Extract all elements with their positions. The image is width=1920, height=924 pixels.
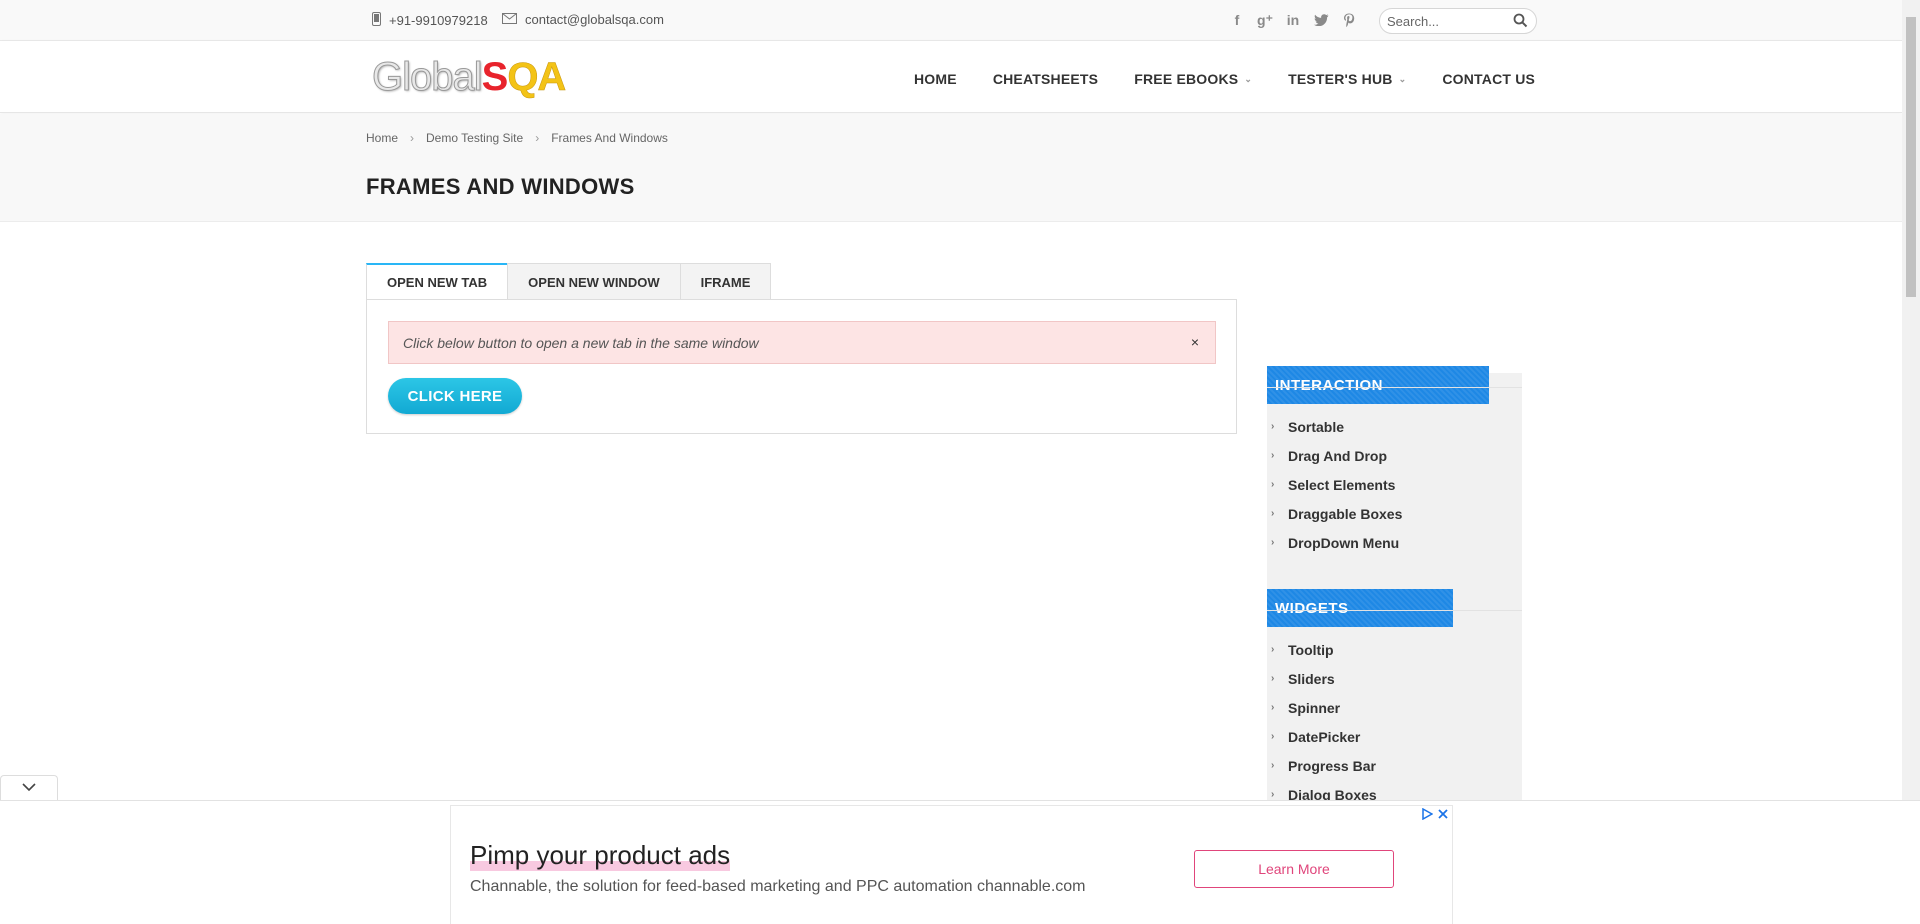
chevron-down-icon: ⌄ bbox=[1398, 73, 1407, 84]
twitter-icon[interactable] bbox=[1312, 11, 1330, 29]
ad-content[interactable]: Pimp your product ads Channable, the sol… bbox=[450, 805, 1453, 924]
sidebar-item-spinner[interactable]: › Spinner bbox=[1267, 693, 1377, 722]
tab-open-new-tab[interactable]: OPEN NEW TAB bbox=[366, 263, 509, 300]
pinterest-icon[interactable] bbox=[1340, 11, 1358, 29]
info-alert: Click below button to open a new tab in … bbox=[388, 321, 1216, 364]
sidebar-item-draggable-boxes[interactable]: › Draggable Boxes bbox=[1267, 499, 1402, 528]
social-links: f g⁺ in bbox=[1228, 11, 1358, 29]
sidebar-item-progress-bar[interactable]: › Progress Bar bbox=[1267, 751, 1377, 780]
scrollbar-thumb[interactable] bbox=[1906, 17, 1916, 297]
nav-free-ebooks[interactable]: FREE EBOOKS ⌄ bbox=[1134, 71, 1252, 87]
close-icon[interactable] bbox=[1437, 807, 1449, 825]
chevron-right-icon: › bbox=[1271, 450, 1275, 461]
linkedin-icon[interactable]: in bbox=[1284, 11, 1302, 29]
chevron-right-icon: › bbox=[1271, 479, 1275, 490]
google-plus-icon[interactable]: g⁺ bbox=[1256, 11, 1274, 29]
breadcrumb-current: Frames And Windows bbox=[551, 131, 668, 145]
adchoices-icon[interactable] bbox=[1421, 807, 1434, 825]
ad-collapse-toggle[interactable] bbox=[0, 775, 58, 800]
chevron-right-icon: › bbox=[1271, 731, 1275, 742]
sidebar-divider bbox=[1267, 610, 1522, 611]
sidebar-item-sortable[interactable]: › Sortable bbox=[1267, 412, 1402, 441]
sidebar-item-drag-and-drop[interactable]: › Drag And Drop bbox=[1267, 441, 1402, 470]
mail-icon bbox=[502, 12, 517, 27]
sidebar-item-select-elements[interactable]: › Select Elements bbox=[1267, 470, 1402, 499]
tab-panel: Click below button to open a new tab in … bbox=[366, 299, 1237, 434]
tab-bar: OPEN NEW TAB OPEN NEW WINDOW IFRAME bbox=[366, 263, 772, 300]
chevron-down-icon bbox=[22, 779, 36, 797]
chevron-right-icon: › bbox=[1271, 644, 1275, 655]
top-bar: +91-9910979218 contact@globalsqa.com f g… bbox=[0, 0, 1902, 41]
chevron-down-icon: ⌄ bbox=[1244, 73, 1253, 84]
sidebar-item-sliders[interactable]: › Sliders bbox=[1267, 664, 1377, 693]
chevron-right-icon: › bbox=[1271, 508, 1275, 519]
search-icon[interactable] bbox=[1513, 13, 1528, 33]
alert-text: Click below button to open a new tab in … bbox=[403, 334, 759, 351]
sidebar: INTERACTION › Sortable › Drag And Drop › Se… bbox=[1267, 366, 1522, 803]
breadcrumb-home[interactable]: Home bbox=[366, 131, 398, 145]
phone-contact: +91-9910979218 bbox=[372, 12, 488, 29]
ad-controls bbox=[1421, 807, 1449, 825]
tab-iframe[interactable]: IFRAME bbox=[679, 263, 772, 300]
breadcrumb-separator: › bbox=[410, 131, 415, 145]
email-contact: contact@globalsqa.com bbox=[502, 12, 664, 27]
email-link[interactable]: contact@globalsqa.com bbox=[525, 12, 664, 27]
site-logo[interactable]: GlobalSQA bbox=[372, 55, 567, 100]
facebook-icon[interactable]: f bbox=[1228, 11, 1246, 29]
sidebar-item-datepicker[interactable]: › DatePicker bbox=[1267, 722, 1377, 751]
nav-testers-hub[interactable]: TESTER'S HUB ⌄ bbox=[1288, 71, 1406, 87]
sidebar-heading-widgets: WIDGETS bbox=[1267, 589, 1453, 627]
chevron-right-icon: › bbox=[1271, 760, 1275, 771]
chevron-right-icon: › bbox=[1271, 421, 1275, 432]
search-input[interactable] bbox=[1380, 9, 1500, 33]
page-title: FRAMES AND WINDOWS bbox=[366, 174, 635, 199]
chevron-right-icon: › bbox=[1271, 702, 1275, 713]
breadcrumb: Home › Demo Testing Site › Frames And Wi… bbox=[366, 131, 668, 145]
ad-description: Channable, the solution for feed-based m… bbox=[470, 878, 1086, 895]
close-icon[interactable]: × bbox=[1191, 334, 1199, 350]
breadcrumb-separator: › bbox=[535, 131, 540, 145]
breadcrumb-demo-testing-site[interactable]: Demo Testing Site bbox=[426, 131, 523, 145]
nav-contact-us[interactable]: CONTACT US bbox=[1442, 71, 1535, 87]
chevron-right-icon: › bbox=[1271, 537, 1275, 548]
sidebar-divider bbox=[1267, 387, 1522, 388]
tab-open-new-window[interactable]: OPEN NEW WINDOW bbox=[507, 263, 681, 300]
page-scrollbar[interactable] bbox=[1902, 0, 1920, 800]
widgets-list: › Tooltip › Sliders › Spinner › DatePicker ›… bbox=[1267, 635, 1377, 809]
chevron-right-icon: › bbox=[1271, 789, 1275, 800]
learn-more-button[interactable]: Learn More bbox=[1194, 850, 1394, 888]
sidebar-heading-interaction: INTERACTION bbox=[1267, 366, 1489, 404]
search-box bbox=[1379, 8, 1537, 34]
ad-banner: Pimp your product ads Channable, the sol… bbox=[0, 800, 1920, 924]
click-here-button[interactable]: CLICK HERE bbox=[388, 378, 522, 414]
site-header: GlobalSQA HOME CHEATSHEETS FREE EBOOKS ⌄ … bbox=[0, 41, 1902, 113]
phone-number: +91-9910979218 bbox=[389, 13, 488, 28]
sidebar-item-tooltip[interactable]: › Tooltip bbox=[1267, 635, 1377, 664]
page-title-band: Home › Demo Testing Site › Frames And Wi… bbox=[0, 114, 1902, 222]
nav-home[interactable]: HOME bbox=[914, 71, 957, 87]
nav-cheatsheets[interactable]: CHEATSHEETS bbox=[993, 71, 1098, 87]
chevron-right-icon: › bbox=[1271, 673, 1275, 684]
sidebar-item-dropdown-menu[interactable]: › DropDown Menu bbox=[1267, 528, 1402, 557]
interaction-list: › Sortable › Drag And Drop › Select Element… bbox=[1267, 412, 1402, 557]
phone-icon bbox=[372, 12, 381, 29]
ad-headline[interactable]: Pimp your product ads bbox=[470, 840, 731, 871]
main-nav: HOME CHEATSHEETS FREE EBOOKS ⌄ TESTER'S H… bbox=[914, 71, 1571, 87]
